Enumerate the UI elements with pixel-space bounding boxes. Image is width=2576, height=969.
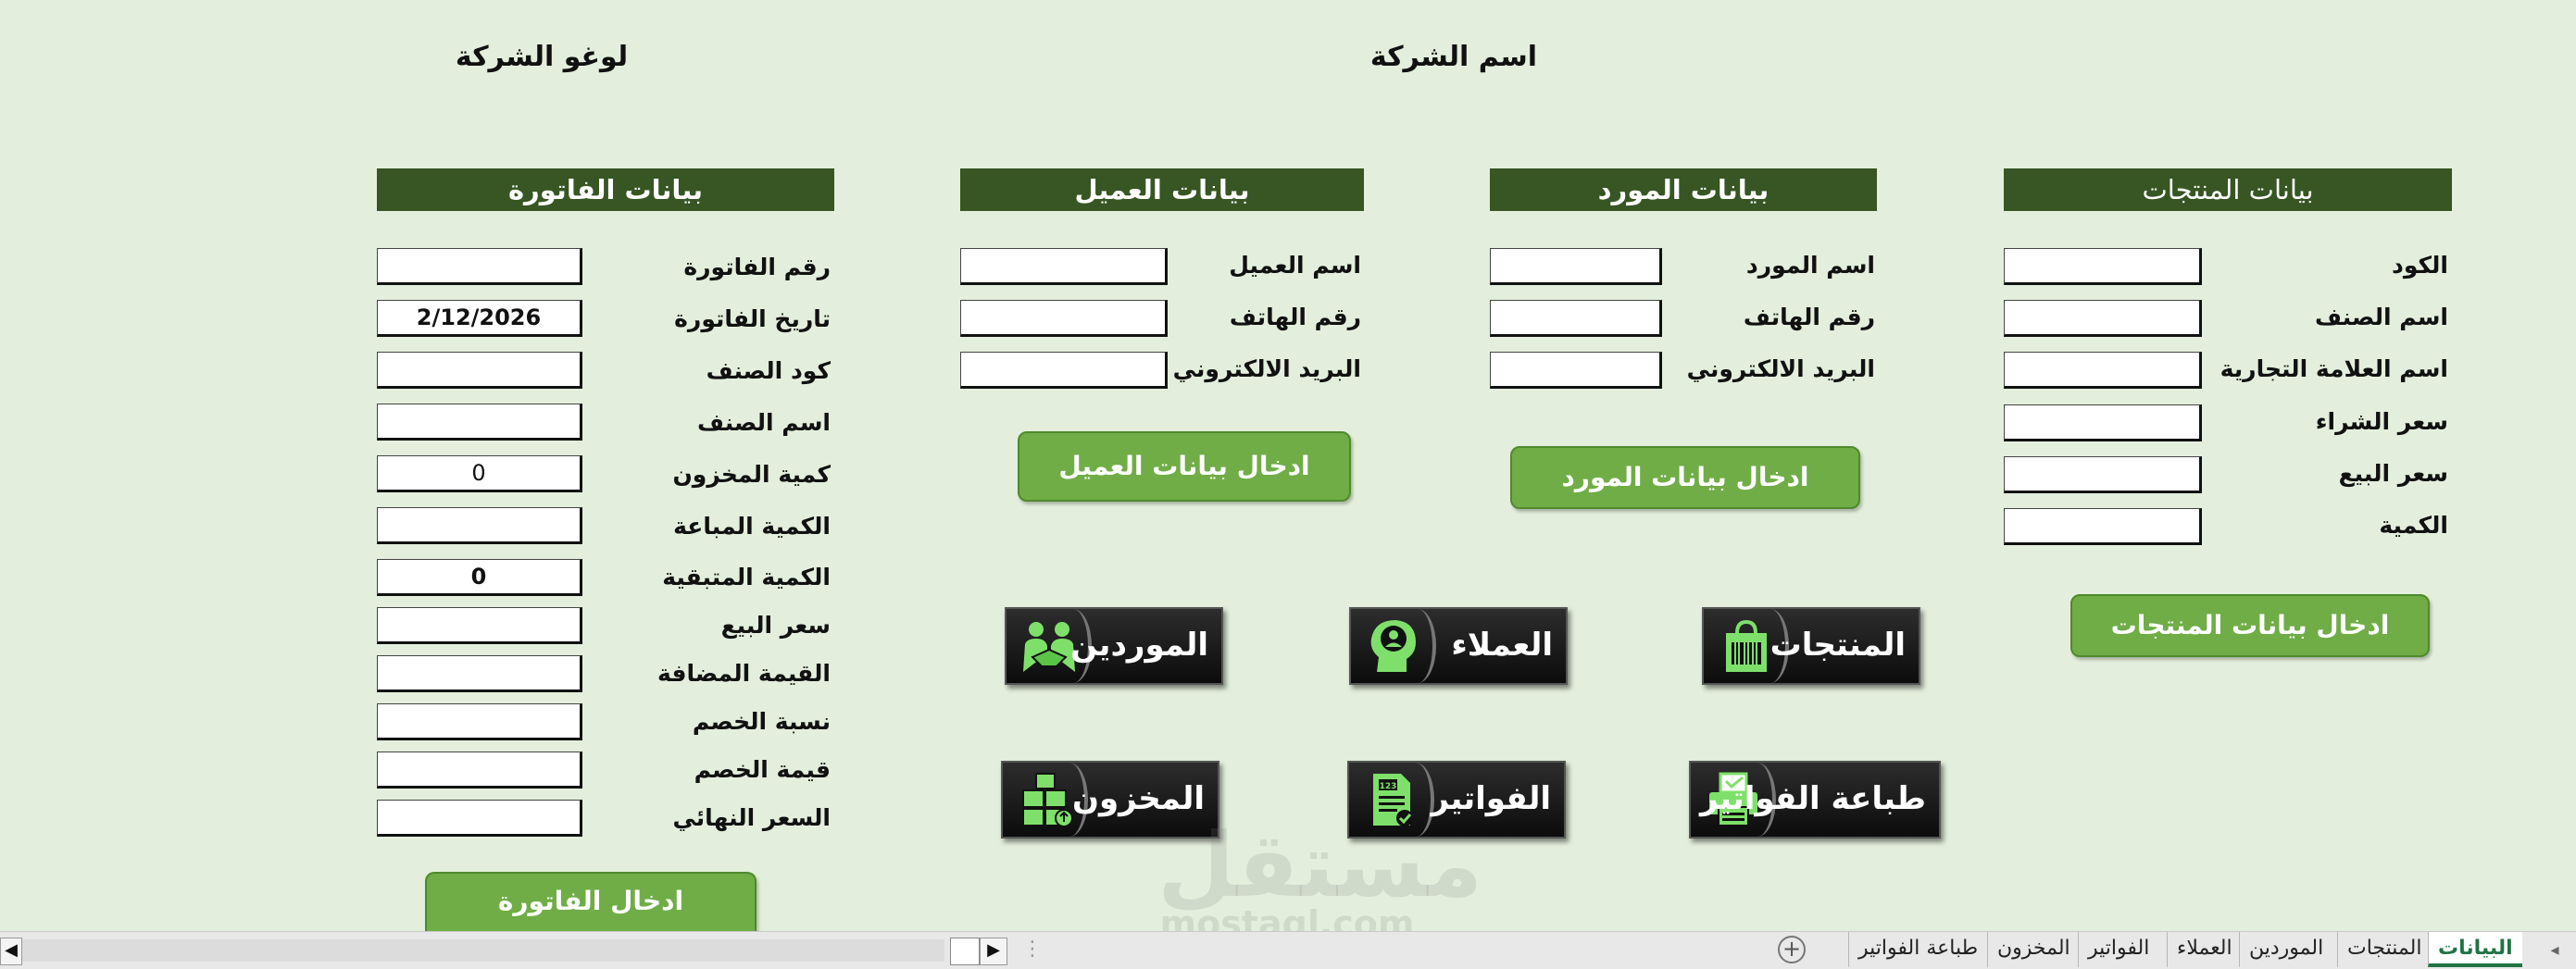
products-brand-field[interactable] xyxy=(2004,352,2202,389)
customers-nav-button[interactable]: العملاء xyxy=(1349,607,1568,685)
company-logo-label: لوغو الشركة xyxy=(455,41,629,73)
products-label-purchase-price: سعر الشراء xyxy=(2315,408,2448,435)
customer-header: بيانات العميل xyxy=(960,168,1364,211)
horizontal-scrollbar-track[interactable] xyxy=(22,939,944,962)
products-header: بيانات المنتجات xyxy=(2004,168,2452,211)
invoice-label: السعر النهائي xyxy=(672,804,832,831)
sheet-tab-suppliers[interactable]: الموردين xyxy=(2239,932,2332,967)
invoice-label: نسبة الخصم xyxy=(692,708,831,735)
products-nav-button[interactable]: المنتجات xyxy=(1702,607,1920,685)
customer-phone-field[interactable] xyxy=(960,300,1168,337)
shopping-bag-barcode-icon xyxy=(1726,619,1767,672)
suppliers-nav-button[interactable]: الموردين xyxy=(1005,607,1223,685)
customer-label-name: اسم العميل xyxy=(1229,252,1361,279)
invoice-label: القيمة المضافة xyxy=(657,660,831,687)
sheet-tab-print-invoices[interactable]: طباعة الفواتير xyxy=(1848,932,1987,967)
sale-price-field[interactable] xyxy=(377,607,582,644)
remaining-quantity-field[interactable]: 0 xyxy=(377,559,582,596)
invoice-label: قيمة الخصم xyxy=(694,756,831,783)
products-item-name-field[interactable] xyxy=(2004,300,2202,337)
products-sale-price-field[interactable] xyxy=(2004,456,2202,493)
enter-products-button[interactable]: ادخال بيانات المنتجات xyxy=(2070,594,2430,657)
products-label-sale-price: سعر البيع xyxy=(2338,460,2448,487)
supplier-label-name: اسم المورد xyxy=(1745,252,1875,279)
invoice-header: بيانات الفاتورة xyxy=(377,168,834,211)
item-code-field[interactable] xyxy=(377,352,582,389)
invoice-label: اسم الصنف xyxy=(696,409,831,436)
add-sheet-icon[interactable]: + xyxy=(1778,936,1806,963)
scroll-right-arrow-icon[interactable]: ▶ xyxy=(980,938,1007,965)
customer-label-phone: رقم الهاتف xyxy=(1229,304,1361,330)
sheet-tab-inventory[interactable]: المخزون xyxy=(1987,932,2080,967)
scroll-tabs-icon[interactable]: ◂ xyxy=(2541,938,2569,963)
products-quantity-field[interactable] xyxy=(2004,508,2202,545)
sheet-tab-invoices[interactable]: الفواتير xyxy=(2078,932,2158,967)
products-purchase-price-field[interactable] xyxy=(2004,404,2202,441)
company-name: اسم الشركة xyxy=(1369,41,1538,73)
products-label-item-name: اسم الصنف xyxy=(2314,304,2448,330)
products-label-code: الكود xyxy=(2392,252,2448,279)
customer-name-field[interactable] xyxy=(960,248,1168,285)
invoice-label: سعر البيع xyxy=(720,612,831,639)
supplier-label-email: البريد الالكتروني xyxy=(1686,355,1875,382)
invoice-date-field[interactable]: 2/12/2026 xyxy=(377,300,582,337)
sheet-tab-bar: ◀ ▶ ⋮ + البيانات المنتجات الموردين العمل… xyxy=(0,931,2576,969)
vat-field[interactable] xyxy=(377,655,582,692)
invoice-label: الكمية المباعة xyxy=(673,513,831,540)
discount-value-field[interactable] xyxy=(377,752,582,789)
invoice-label: رقم الفاتورة xyxy=(683,254,831,280)
supplier-phone-field[interactable] xyxy=(1490,300,1662,337)
boxes-icon xyxy=(1022,773,1073,827)
invoice-label: كود الصنف xyxy=(706,357,831,384)
enter-invoice-button[interactable]: ادخال الفاتورة xyxy=(425,872,757,933)
scroll-left-arrow-icon[interactable]: ◀ xyxy=(0,938,22,965)
invoice-label: الكمية المتبقية xyxy=(662,564,831,590)
products-label-brand: اسم العلامة التجارية xyxy=(2220,355,2448,382)
suppliers-nav-label: الموردين xyxy=(1070,627,1208,664)
discount-rate-field[interactable] xyxy=(377,703,582,740)
supplier-label-phone: رقم الهاتف xyxy=(1743,304,1875,330)
customer-label-email: البريد الالكتروني xyxy=(1172,355,1361,382)
customers-nav-label: العملاء xyxy=(1451,627,1553,664)
icon-glyph: 123 xyxy=(1380,782,1397,791)
sold-quantity-field[interactable] xyxy=(377,507,582,544)
item-name-field[interactable] xyxy=(377,404,582,441)
invoice-label: كمية المخزون xyxy=(672,461,831,488)
print-invoices-nav-label: طباعة الفواتير xyxy=(1699,780,1926,817)
products-code-field[interactable] xyxy=(2004,248,2202,285)
invoice-number-field[interactable] xyxy=(377,248,582,285)
supplier-header: بيانات المورد xyxy=(1490,168,1877,211)
supplier-name-field[interactable] xyxy=(1490,248,1662,285)
enter-customer-button[interactable]: ادخال بيانات العميل xyxy=(1018,431,1351,502)
stock-quantity-field[interactable]: 0 xyxy=(377,455,582,492)
final-price-field[interactable] xyxy=(377,800,582,837)
head-person-icon xyxy=(1370,620,1416,672)
customer-email-field[interactable] xyxy=(960,352,1168,389)
sheet-tab-customers[interactable]: العملاء xyxy=(2167,932,2242,967)
enter-supplier-button[interactable]: ادخال بيانات المورد xyxy=(1510,446,1860,509)
sheet-tab-products[interactable]: المنتجات xyxy=(2337,932,2431,967)
sheet-tab-data[interactable]: البيانات xyxy=(2428,932,2522,967)
watermark-logo: مستقل xyxy=(1157,814,1483,917)
products-nav-label: المنتجات xyxy=(1769,627,1906,664)
splitter-handle-icon[interactable]: ⋮ xyxy=(1022,936,1043,963)
products-label-quantity: الكمية xyxy=(2379,512,2448,539)
print-invoices-nav-button[interactable]: طباعة الفواتير xyxy=(1689,761,1941,839)
scrollbar-thumb[interactable] xyxy=(950,938,980,965)
invoice-label: تاريخ الفاتورة xyxy=(674,305,831,332)
supplier-email-field[interactable] xyxy=(1490,352,1662,389)
